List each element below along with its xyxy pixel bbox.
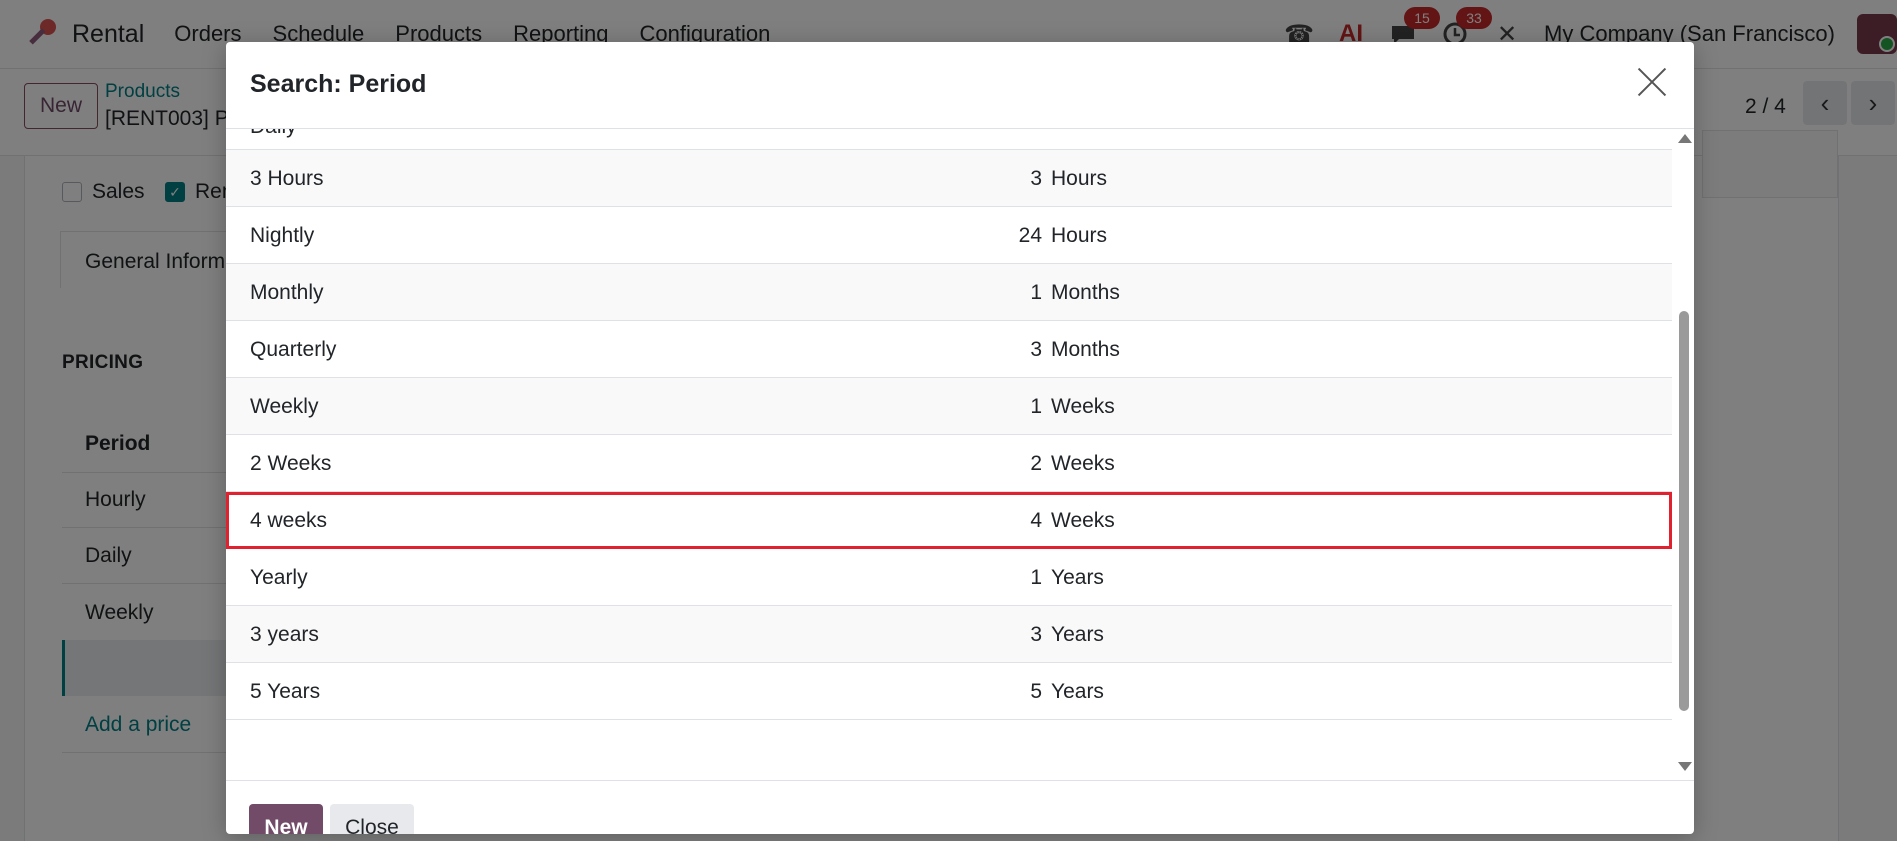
period-duration: 24 [1018, 224, 1042, 247]
vertical-scrollbar[interactable] [1677, 129, 1692, 779]
period-unit: Months [1051, 338, 1120, 361]
period-duration: 3 [1030, 167, 1042, 190]
close-icon[interactable] [1636, 66, 1668, 98]
period-unit: Years [1051, 623, 1104, 646]
period-unit: Weeks [1051, 509, 1115, 532]
period-duration: 3 [1030, 338, 1042, 361]
dialog-footer: New Close [226, 780, 1694, 834]
period-name: 3 Hours [250, 167, 324, 190]
period-unit: Weeks [1051, 395, 1115, 418]
period-duration: 1 [1030, 281, 1042, 304]
period-duration: 4 [1030, 509, 1042, 532]
period-name: Nightly [250, 224, 315, 247]
table-row[interactable]: 2 Weeks 2 Weeks [226, 435, 1672, 492]
period-duration: 2 [1030, 452, 1042, 475]
period-unit: Years [1051, 566, 1104, 589]
list-item[interactable]: Daily [226, 129, 1672, 150]
period-name: 2 Weeks [250, 452, 332, 475]
period-duration: 5 [1030, 680, 1042, 703]
table-row[interactable]: Monthly 1 Months [226, 264, 1672, 321]
table-row[interactable]: 3 Hours 3 Hours [226, 150, 1672, 207]
period-unit: Weeks [1051, 452, 1115, 475]
period-name: Quarterly [250, 338, 337, 361]
new-button[interactable]: New [249, 804, 323, 834]
table-row[interactable]: Quarterly 3 Months [226, 321, 1672, 378]
period-duration: 1 [1030, 566, 1042, 589]
period-name: 5 Years [250, 680, 321, 703]
dialog-header: Search: Period [226, 42, 1694, 129]
dialog-title: Search: Period [250, 70, 427, 98]
period-name: Weekly [250, 395, 319, 418]
table-row[interactable]: 3 years 3 Years [226, 606, 1672, 663]
table-row[interactable]: 5 Years 5 Years [226, 663, 1672, 720]
scroll-up-arrow-icon[interactable] [1678, 134, 1692, 143]
period-duration: 1 [1030, 395, 1042, 418]
search-period-dialog: Search: Period Daily 3 Hours 3 Hours Nig… [226, 42, 1694, 834]
scroll-down-arrow-icon[interactable] [1678, 762, 1692, 771]
period-name: 3 years [250, 623, 319, 646]
period-unit: Years [1051, 680, 1104, 703]
period-list: 3 Hours 3 Hours Nightly 24 Hours Monthly… [226, 150, 1672, 720]
period-unit: Hours [1051, 224, 1108, 247]
dialog-body: Daily 3 Hours 3 Hours Nightly 24 Hours M… [226, 129, 1694, 779]
period-name: Yearly [250, 566, 308, 589]
table-row[interactable]: Yearly 1 Years [226, 549, 1672, 606]
close-button[interactable]: Close [330, 804, 414, 834]
table-row[interactable]: Nightly 24 Hours [226, 207, 1672, 264]
period-name: Monthly [250, 281, 324, 304]
scroll-thumb[interactable] [1679, 311, 1689, 711]
period-unit: Hours [1051, 167, 1108, 190]
period-unit: Months [1051, 281, 1120, 304]
table-row-highlighted[interactable]: 4 weeks 4 Weeks [226, 492, 1672, 549]
table-row[interactable]: Weekly 1 Weeks [226, 378, 1672, 435]
period-name: Daily [250, 129, 297, 139]
period-name: 4 weeks [250, 509, 328, 532]
period-duration: 3 [1030, 623, 1042, 646]
